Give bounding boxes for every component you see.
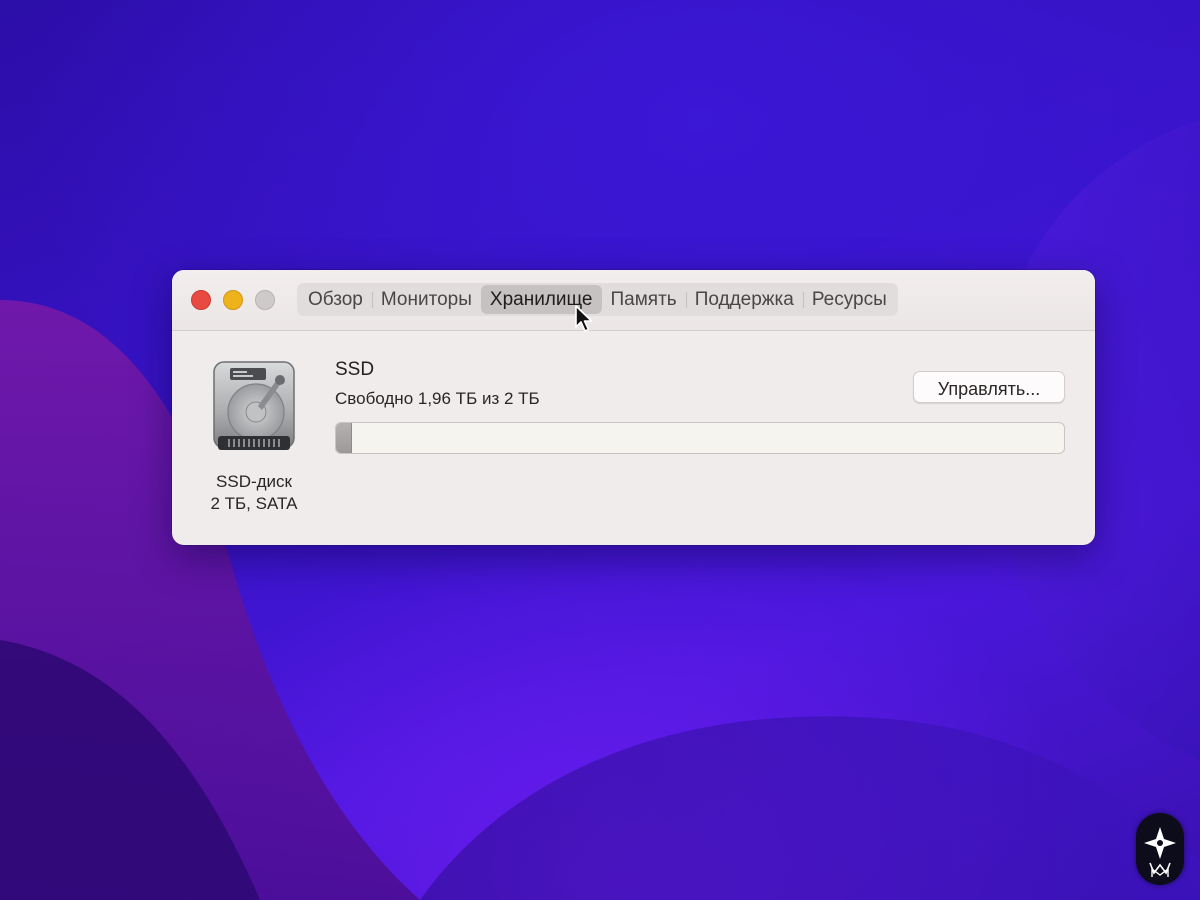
- tab-overview[interactable]: Обзор: [299, 285, 372, 314]
- minimize-window-button[interactable]: [223, 290, 243, 310]
- mouse-pointer-icon: [575, 305, 595, 333]
- tab-resources[interactable]: Ресурсы: [802, 285, 896, 314]
- ssd-drive-icon: [208, 360, 300, 455]
- volume-free-space: Свободно 1,96 ТБ из 2 ТБ: [335, 389, 540, 408]
- tab-support[interactable]: Поддержка: [685, 285, 803, 314]
- storage-usage-bar: [335, 422, 1065, 454]
- watermark-logo-icon: [1136, 813, 1184, 885]
- tab-bar: Обзор Мониторы Хранилище Память Поддержк…: [297, 283, 898, 316]
- system-info-window: Обзор Мониторы Хранилище Память Поддержк…: [172, 270, 1095, 545]
- window-titlebar: Обзор Мониторы Хранилище Память Поддержк…: [172, 270, 1095, 331]
- close-window-button[interactable]: [191, 290, 211, 310]
- zoom-window-button[interactable]: [255, 290, 275, 310]
- volume-name: SSD: [335, 359, 375, 380]
- storage-used-segment: [336, 423, 352, 453]
- tab-memory[interactable]: Память: [602, 285, 686, 314]
- tab-displays[interactable]: Мониторы: [371, 285, 481, 314]
- disk-spec-label: 2 ТБ, SATA: [210, 494, 298, 513]
- manage-button[interactable]: Управлять...: [913, 371, 1065, 403]
- disk-name-label: SSD-диск: [216, 472, 292, 491]
- disk-description: SSD-диск 2 ТБ, SATA: [192, 471, 316, 515]
